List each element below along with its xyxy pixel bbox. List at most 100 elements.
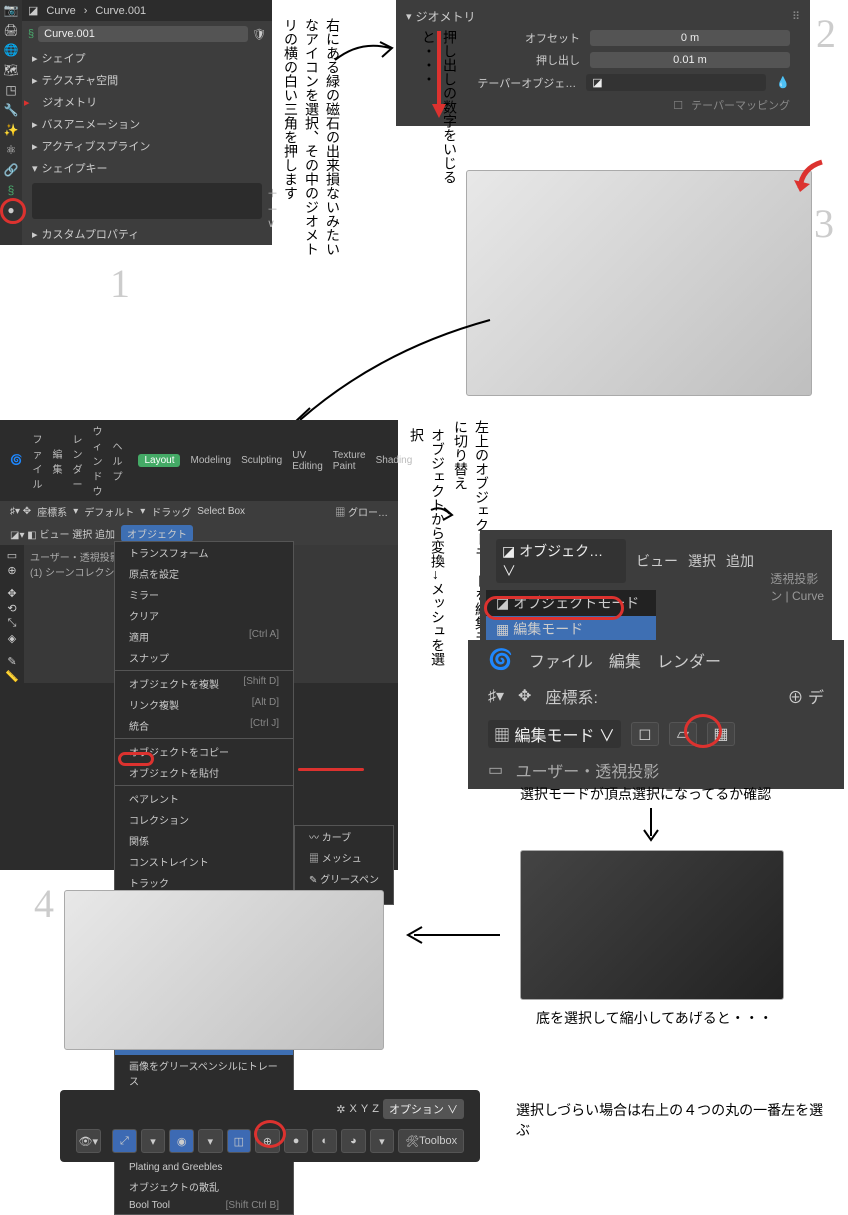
xray-toggle[interactable]: ◫ [227, 1129, 252, 1153]
menu-item[interactable]: 原点を設定 [115, 563, 293, 584]
mode-dropdown-panel: ◪ オブジェク… ∨ ビュー 選択 追加 ◪ オブジェクトモード ▦ 編集モード… [480, 530, 832, 648]
extrude-field[interactable]: 0.01 m [590, 52, 790, 68]
object-menu-trigger[interactable]: オブジェクト [121, 525, 193, 542]
annotation-circle-curvetab [0, 198, 26, 224]
tool-move[interactable]: ✥ [7, 587, 16, 600]
menu-item[interactable]: ペアレント [115, 788, 293, 809]
tab-particle[interactable]: ✨ [0, 120, 22, 140]
taper-picker[interactable]: ◪ [586, 74, 766, 91]
menu-item[interactable]: コンストレイント [115, 851, 293, 872]
tool-transform[interactable]: ◈ [8, 632, 16, 645]
offset-field[interactable]: 0 m [590, 30, 790, 46]
mode-select[interactable]: 選択 [688, 551, 716, 571]
axis-z[interactable]: Z [372, 1103, 379, 1115]
shading-rendered[interactable]: ◕ [341, 1129, 366, 1153]
menu-item[interactable]: リンク複製[Alt D] [115, 694, 293, 715]
menu-edit[interactable]: 編集 [52, 446, 62, 476]
tool-rotate[interactable]: ⟲ [7, 602, 16, 615]
section-geometry[interactable]: ▸ ジオメトリ [22, 91, 272, 113]
tool-annotate[interactable]: ✎ [7, 655, 16, 668]
menu-help[interactable]: ヘルプ [112, 438, 122, 483]
mode-add[interactable]: 追加 [726, 551, 754, 571]
shading-dropdown[interactable]: ▾ [370, 1129, 395, 1153]
hdr-edit[interactable]: 編集 [609, 648, 641, 672]
tool-measure[interactable]: 📏 [5, 670, 19, 683]
overlay-toggle[interactable]: ◉ [169, 1129, 194, 1153]
menu-item[interactable]: 統合[Ctrl J] [115, 715, 293, 736]
menu-item[interactable]: オブジェクトを複製[Shift D] [115, 673, 293, 694]
menu-item[interactable]: コレクション [115, 809, 293, 830]
gizmo-dropdown[interactable]: ▾ [141, 1129, 166, 1153]
toolbox-btn[interactable]: 🛠 Toolbox [398, 1129, 464, 1153]
tab-world[interactable]: 🗺 [0, 60, 22, 80]
render-extruded-curve [466, 170, 812, 396]
workspace-layout[interactable]: Layout [138, 454, 180, 467]
mode-selector[interactable]: ◪ オブジェク… ∨ [496, 539, 626, 583]
axis-y[interactable]: Y [361, 1103, 368, 1115]
menu-file[interactable]: ファイル [32, 431, 42, 491]
axis-x[interactable]: X [350, 1103, 357, 1115]
tab-scene[interactable]: 🌐 [0, 40, 22, 60]
tool-cursor[interactable]: ⊕ [7, 564, 16, 577]
tab-output[interactable]: 🖨 [0, 20, 22, 40]
section-customprops[interactable]: ▸ カスタムプロパティ [22, 223, 272, 245]
submenu-curve[interactable]: 〰 カーブ [295, 826, 393, 847]
tab-object[interactable]: ◳ [0, 80, 22, 100]
hdr-persp: ユーザー・透視投影 [516, 758, 660, 782]
datablock-name[interactable]: Curve.001 [38, 26, 248, 42]
annotation-text-bottom: 底を選択して縮小してあげると・・・ [536, 1008, 773, 1028]
tab-physics[interactable]: ⚛ [0, 140, 22, 160]
offset-label: オフセット [525, 30, 580, 46]
mode-view[interactable]: ビュー [636, 551, 678, 571]
workspace-modeling[interactable]: Modeling [190, 455, 231, 466]
gizmo-toggle[interactable]: ⤢ [112, 1129, 137, 1153]
step-2: 2 [816, 10, 836, 57]
menu-item[interactable]: スナップ [115, 647, 293, 668]
shading-matprev[interactable]: ◐ [312, 1129, 337, 1153]
menu-item[interactable]: 画像をグリースペンシルにトレース [115, 1055, 293, 1091]
section-shape[interactable]: ▸ シェイプ [22, 47, 272, 69]
tool-scale[interactable]: ⤡ [8, 617, 17, 630]
menu-item[interactable]: 適用[Ctrl A] [115, 626, 293, 647]
tool-select[interactable]: ▭ [7, 549, 17, 562]
select-mode-vertex[interactable]: ◻ [631, 722, 659, 746]
tab-constraint[interactable]: 🔗 [0, 160, 22, 180]
tab-curve-data[interactable]: § [0, 180, 22, 200]
shield-icon[interactable]: 🛡 [252, 28, 266, 41]
overlay-dropdown[interactable]: ▾ [198, 1129, 223, 1153]
menu-item[interactable]: オブジェクトの散乱 [115, 1176, 293, 1197]
hdr-file[interactable]: ファイル [529, 648, 593, 672]
menu-window[interactable]: ウィンドウ [92, 423, 102, 498]
shading-solid[interactable]: ● [284, 1129, 309, 1153]
section-activespline[interactable]: ▸ アクティブスプライン [22, 135, 272, 157]
annotation-text-4: オブジェクトから変換→メッシュを選択 [406, 428, 448, 668]
menu-item[interactable]: トランスフォーム [115, 542, 293, 563]
object-menu-screenshot: 🌀 ファイル 編集 レンダー ウィンドウ ヘルプ Layout Modeling… [0, 420, 398, 870]
taper-label: テーパーオブジェ… [477, 75, 576, 91]
tapermap-label[interactable]: テーパーマッピング [691, 97, 790, 113]
extrude-label: 押し出し [536, 52, 580, 68]
section-list: ▸ シェイプ ▸ テクスチャ空間 ▸ ジオメトリ ▸ バスアニメーション ▸ ア… [22, 47, 272, 245]
menu-render[interactable]: レンダー [72, 431, 82, 491]
hdr-render[interactable]: レンダー [657, 648, 721, 672]
section-shapekey[interactable]: ▾ シェイプキー [22, 157, 272, 179]
hdr-mode[interactable]: ▦ 編集モード ∨ [488, 720, 621, 748]
annotation-underline-mesh [298, 768, 364, 771]
viewport-persp: 透視投影 [770, 570, 824, 587]
menu-item[interactable]: ミラー [115, 584, 293, 605]
render-selected-bottom [520, 850, 784, 1000]
option-dropdown[interactable]: オプション ∨ [383, 1099, 464, 1119]
menu-item[interactable]: 関係 [115, 830, 293, 851]
tab-modifier[interactable]: 🔧 [0, 100, 22, 120]
submenu-mesh[interactable]: ▦ メッシュ [295, 847, 393, 868]
panel-title: ジオメトリ [416, 8, 476, 25]
menu-item[interactable]: クリア [115, 605, 293, 626]
step-1: 1 [110, 260, 130, 307]
section-texspace[interactable]: ▸ テクスチャ空間 [22, 69, 272, 91]
eyedropper-icon[interactable]: 💧 [776, 76, 790, 89]
tab-render[interactable]: 📷 [0, 0, 22, 20]
vis-icon[interactable]: 👁▾ [76, 1129, 101, 1153]
section-pathanim[interactable]: ▸ バスアニメーション [22, 113, 272, 135]
annotation-circle-convert [118, 752, 154, 766]
step-4: 4 [34, 880, 54, 927]
